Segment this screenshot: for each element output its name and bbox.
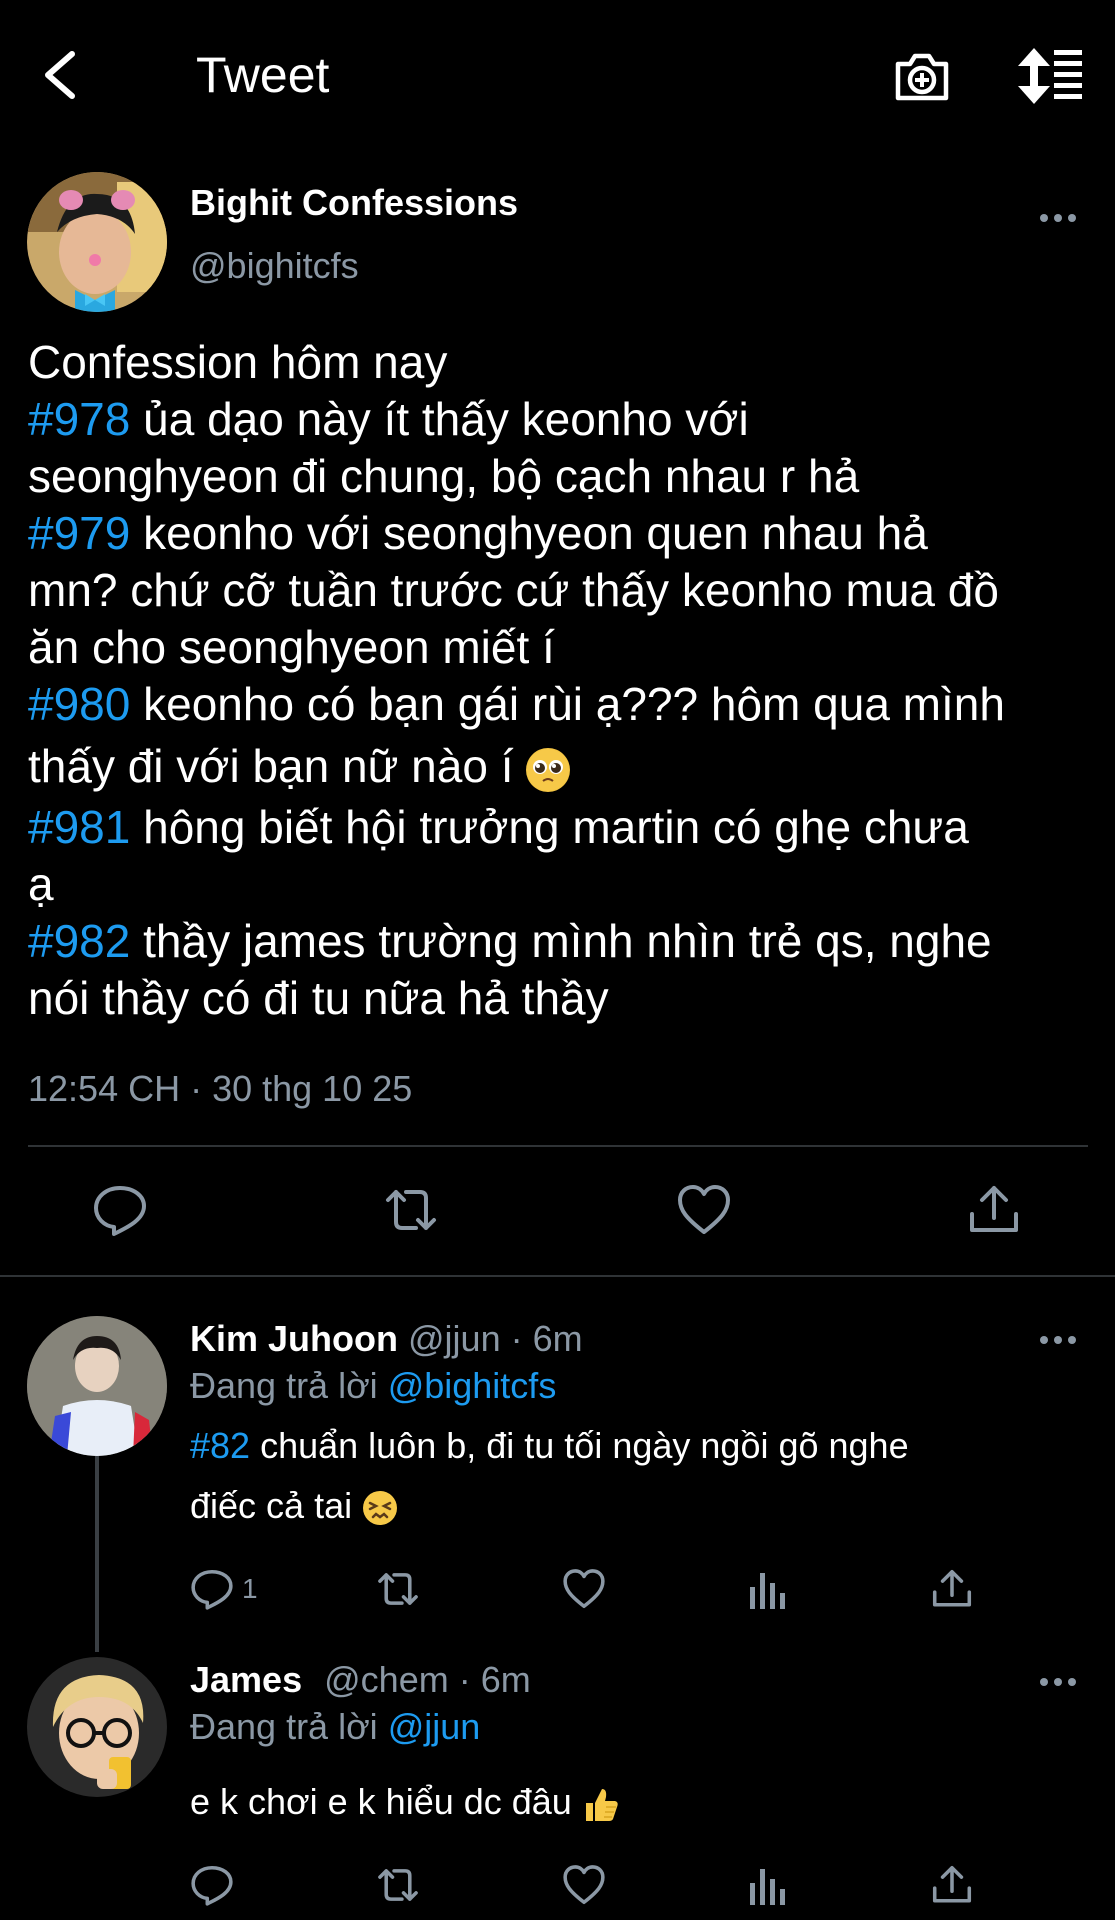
- page-title: Tweet: [196, 47, 330, 103]
- tweet-line: seonghyeon đi chung, bộ cạch nhau r hả: [28, 450, 860, 502]
- reply-icon: [191, 1569, 233, 1610]
- tweet-line: mn? chứ cỡ tuần trước cứ thấy keonho mua…: [28, 564, 999, 616]
- more-options-button[interactable]: [1034, 198, 1082, 238]
- thread-connector-line: [95, 1456, 99, 1652]
- profile-photo: [27, 1316, 167, 1456]
- avatar[interactable]: [27, 1657, 167, 1797]
- reply-header: James @chem · 6m: [190, 1659, 531, 1701]
- sort-icon: [1018, 48, 1082, 104]
- mention-link[interactable]: @bighitcfs: [388, 1365, 557, 1406]
- retweet-button[interactable]: [382, 1182, 438, 1238]
- analytics-button[interactable]: [748, 1564, 788, 1614]
- camera-button[interactable]: [892, 46, 952, 106]
- reply-button[interactable]: [92, 1182, 148, 1238]
- heart-icon: [563, 1865, 605, 1905]
- tweet-line: nói thầy có đi tu nữa hả thầy: [28, 972, 609, 1024]
- reply-text: #82 chuẩn luôn b, đi tu tối ngày ngồi gõ…: [190, 1425, 909, 1526]
- tweet-timestamp: 12:54 CH · 30 thg 10 25: [28, 1068, 413, 1109]
- share-button[interactable]: [966, 1182, 1022, 1238]
- analytics-icon: [750, 1573, 785, 1609]
- profile-photo: [27, 172, 167, 312]
- sort-button[interactable]: [1014, 46, 1086, 106]
- retweet-button[interactable]: [374, 1860, 422, 1910]
- hashtag-link[interactable]: #982: [28, 915, 130, 967]
- more-horizontal-icon: [1040, 214, 1076, 222]
- reply-author-name[interactable]: James: [190, 1659, 302, 1700]
- hashtag-link[interactable]: #978: [28, 393, 130, 445]
- divider: [0, 1275, 1115, 1277]
- more-horizontal-icon: [1040, 1336, 1076, 1344]
- tweet-text: Confession hôm nay #978 ủa dạo này ít th…: [28, 334, 1108, 1027]
- tweet-line: ăn cho seonghyeon miết í: [28, 621, 555, 673]
- author-handle[interactable]: @bighitcfs: [190, 245, 359, 287]
- heart-icon: [563, 1569, 605, 1609]
- profile-photo: [27, 1657, 167, 1797]
- more-options-button[interactable]: [1034, 1662, 1082, 1702]
- pleading-face-emoji: [526, 747, 571, 792]
- heart-icon: [678, 1185, 730, 1234]
- retweet-button[interactable]: [374, 1564, 422, 1614]
- more-options-button[interactable]: [1034, 1320, 1082, 1360]
- thumbs-up-emoji: [582, 1785, 620, 1823]
- tweet-line: #981 hông biết hội trưởng martin có ghẹ …: [28, 801, 969, 853]
- retweet-icon: [386, 1190, 436, 1230]
- tweet-line: #980 keonho có bạn gái rùi ạ??? hôm qua …: [28, 678, 1005, 730]
- share-icon: [932, 1865, 972, 1903]
- like-button[interactable]: [562, 1564, 606, 1614]
- reply-handle-time: @jjun · 6m: [408, 1318, 583, 1359]
- persevering-face-emoji: [362, 1490, 398, 1526]
- reply-count: 1: [242, 1573, 258, 1604]
- more-horizontal-icon: [1040, 1678, 1076, 1686]
- reply-handle-time: @chem · 6m: [324, 1659, 531, 1700]
- chevron-left-icon: [45, 51, 75, 99]
- like-button[interactable]: [676, 1182, 732, 1238]
- tweet-line: #979 keonho với seonghyeon quen nhau hả: [28, 507, 928, 559]
- like-button[interactable]: [562, 1860, 606, 1910]
- tweet-line: thấy đi với bạn nữ nào í: [28, 733, 1108, 799]
- analytics-button[interactable]: [748, 1860, 788, 1910]
- reply-button[interactable]: [190, 1860, 234, 1910]
- divider: [28, 1145, 1088, 1147]
- share-icon: [932, 1569, 972, 1607]
- tweet-line: Confession hôm nay: [28, 336, 448, 388]
- avatar[interactable]: [27, 172, 167, 312]
- hashtag-link[interactable]: #82: [190, 1425, 250, 1466]
- avatar[interactable]: [27, 1316, 167, 1456]
- reply-author-name[interactable]: Kim Juhoon: [190, 1318, 398, 1359]
- tweet-line: #978 ủa dạo này ít thấy keonho với: [28, 393, 749, 445]
- reply-icon: [191, 1865, 233, 1906]
- analytics-icon: [750, 1869, 785, 1905]
- hashtag-link[interactable]: #979: [28, 507, 130, 559]
- tweet-line: #982 thầy james trường mình nhìn trẻ qs,…: [28, 915, 992, 967]
- hashtag-link[interactable]: #980: [28, 678, 130, 730]
- retweet-icon: [378, 1869, 418, 1901]
- mention-link[interactable]: @jjun: [388, 1706, 481, 1747]
- share-button[interactable]: [930, 1564, 974, 1614]
- reply-header: Kim Juhoon @jjun · 6m: [190, 1318, 583, 1360]
- hashtag-link[interactable]: #981: [28, 801, 130, 853]
- author-name[interactable]: Bighit Confessions: [190, 182, 518, 224]
- back-button[interactable]: [36, 44, 86, 106]
- replying-to: Đang trả lời @jjun: [190, 1706, 481, 1747]
- share-button[interactable]: [930, 1860, 974, 1910]
- share-icon: [970, 1186, 1018, 1232]
- reply-icon: [94, 1186, 146, 1236]
- replying-to: Đang trả lời @bighitcfs: [190, 1365, 557, 1406]
- retweet-icon: [378, 1573, 418, 1605]
- reply-text: e k chơi e k hiểu dc đâu: [190, 1772, 1090, 1832]
- tweet-line: ạ: [28, 858, 54, 910]
- reply-button[interactable]: 1: [190, 1564, 258, 1614]
- camera-plus-icon: [895, 53, 949, 101]
